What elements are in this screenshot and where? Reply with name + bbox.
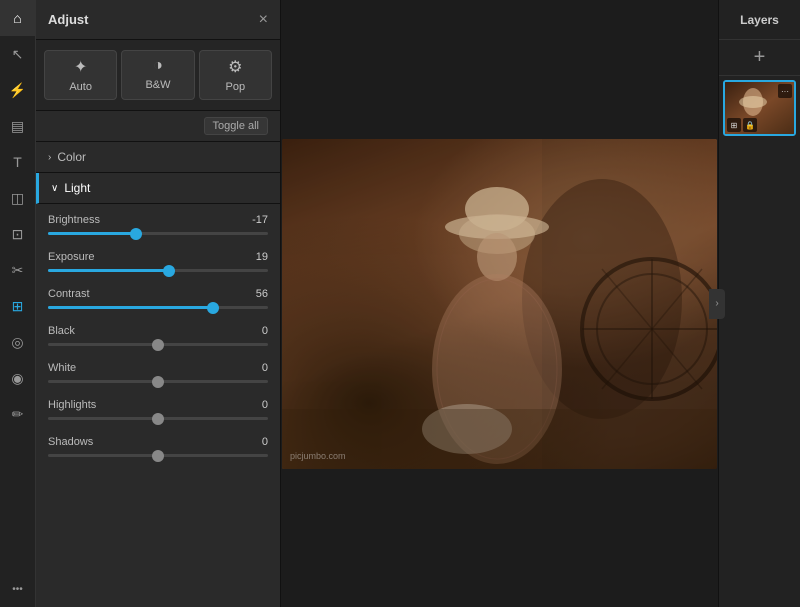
color-chevron: › xyxy=(48,152,51,163)
layer-more-button[interactable]: ··· xyxy=(778,84,792,98)
text-icon[interactable]: T xyxy=(0,144,36,180)
photo-watermark: picjumbo.com xyxy=(290,451,346,461)
shadows-row: Shadows 0 xyxy=(36,430,280,467)
photo-image: picjumbo.com xyxy=(282,139,717,469)
brightness-label: Brightness xyxy=(48,214,100,226)
shadows-value: 0 xyxy=(262,436,268,448)
main-content: picjumbo.com › xyxy=(281,0,718,607)
brightness-track[interactable] xyxy=(48,232,268,235)
scissors-icon[interactable]: ✂ xyxy=(0,252,36,288)
contrast-track[interactable] xyxy=(48,306,268,309)
white-track[interactable] xyxy=(48,380,268,383)
light-label: Light xyxy=(64,181,90,195)
expand-arrow[interactable]: › xyxy=(709,289,725,319)
auto-button[interactable]: ✦ Auto xyxy=(44,50,117,100)
pen-icon[interactable]: ✏ xyxy=(0,396,36,432)
exposure-value: 19 xyxy=(256,251,268,263)
layers-title: Layers xyxy=(719,0,800,40)
left-toolbar: ⌂ ↖ ⚡ ▤ T ◫ ⊡ ✂ ⊞ ◎ ◉ ✏ ••• xyxy=(0,0,36,607)
pop-label: Pop xyxy=(226,81,246,93)
contrast-value: 56 xyxy=(256,288,268,300)
toggle-all-row: Toggle all xyxy=(36,111,280,142)
exposure-row: Exposure 19 xyxy=(36,245,280,282)
panel-title: Adjust xyxy=(48,12,88,27)
spot-icon[interactable]: ◉ xyxy=(0,360,36,396)
layers-panel: Layers + ··· ⊞ 🔒 xyxy=(718,0,800,607)
white-label: White xyxy=(48,362,76,374)
layers-tool-icon[interactable]: ▤ xyxy=(0,108,36,144)
light-sliders: Brightness -17 Exposure 19 xyxy=(36,204,280,471)
tool-buttons-row: ✦ Auto ◑ B&W ⚙ Pop xyxy=(36,40,280,111)
color-label: Color xyxy=(57,150,86,164)
more-icon[interactable]: ••• xyxy=(0,571,36,607)
brightness-row: Brightness -17 xyxy=(36,208,280,245)
light-section-header[interactable]: ∨ Light xyxy=(36,173,280,204)
highlights-row: Highlights 0 xyxy=(36,393,280,430)
exposure-track[interactable] xyxy=(48,269,268,272)
close-button[interactable]: × xyxy=(259,11,268,29)
bw-button[interactable]: ◑ B&W xyxy=(121,50,194,100)
layer-overlay-buttons: ··· xyxy=(778,84,792,98)
light-chevron: ∨ xyxy=(51,183,58,194)
circle-icon[interactable]: ◎ xyxy=(0,324,36,360)
bolt-icon[interactable]: ⚡ xyxy=(0,72,36,108)
cursor-icon[interactable]: ↖ xyxy=(0,36,36,72)
white-value: 0 xyxy=(262,362,268,374)
highlights-value: 0 xyxy=(262,399,268,411)
bw-label: B&W xyxy=(145,79,170,91)
exposure-label: Exposure xyxy=(48,251,94,263)
pop-icon: ⚙ xyxy=(228,57,242,77)
toggle-all-button[interactable]: Toggle all xyxy=(204,117,268,135)
layer-thumbnail[interactable]: ··· ⊞ 🔒 xyxy=(723,80,796,136)
highlights-track[interactable] xyxy=(48,417,268,420)
color-section-header[interactable]: › Color xyxy=(36,142,280,173)
highlights-label: Highlights xyxy=(48,399,96,411)
photo-svg xyxy=(282,139,717,469)
bw-icon: ◑ xyxy=(153,57,163,75)
auto-icon: ✦ xyxy=(74,57,87,77)
brightness-value: -17 xyxy=(252,214,268,226)
add-layer-button[interactable]: + xyxy=(719,40,800,76)
layer-image-icon: ⊞ xyxy=(727,118,741,132)
contrast-label: Contrast xyxy=(48,288,90,300)
black-row: Black 0 xyxy=(36,319,280,356)
white-row: White 0 xyxy=(36,356,280,393)
adjust-tool-icon[interactable]: ⊞ xyxy=(0,288,36,324)
black-track[interactable] xyxy=(48,343,268,346)
layer-bottom-icons: ⊞ 🔒 xyxy=(727,118,757,132)
crop-icon[interactable]: ⊡ xyxy=(0,216,36,252)
mask-icon[interactable]: ◫ xyxy=(0,180,36,216)
shadows-track[interactable] xyxy=(48,454,268,457)
adjust-panel: Adjust × ✦ Auto ◑ B&W ⚙ Pop Toggle all ›… xyxy=(36,0,281,607)
black-value: 0 xyxy=(262,325,268,337)
contrast-row: Contrast 56 xyxy=(36,282,280,319)
adjust-header: Adjust × xyxy=(36,0,280,40)
photo-canvas: picjumbo.com › xyxy=(282,74,717,534)
sections-container: › Color ∨ Light Brightness -17 xyxy=(36,142,280,607)
layer-lock-icon: 🔒 xyxy=(743,118,757,132)
auto-label: Auto xyxy=(69,81,92,93)
black-label: Black xyxy=(48,325,75,337)
pop-button[interactable]: ⚙ Pop xyxy=(199,50,272,100)
shadows-label: Shadows xyxy=(48,436,93,448)
home-icon[interactable]: ⌂ xyxy=(0,0,36,36)
